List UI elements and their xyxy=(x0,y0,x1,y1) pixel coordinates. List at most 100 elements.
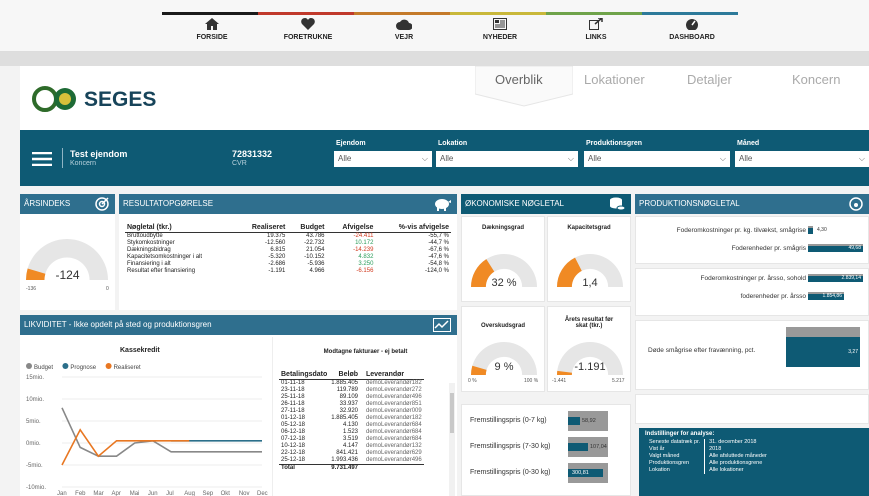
prod-group-2: Foderomkostninger pr. årsso, sohold 2.839… xyxy=(635,268,869,316)
produktionsgren-label: Produktionsgren xyxy=(586,140,643,147)
faktura-cell: 1.523 xyxy=(342,429,358,435)
heart-icon xyxy=(301,18,315,30)
tab-label: Overblik xyxy=(495,72,543,87)
chevron-down-icon: ⌵ xyxy=(858,154,865,163)
top-nav: FORSIDE FORETRUKNE VEJR NYHEDER LINKS DA… xyxy=(0,0,869,52)
kassekredit-chart: Budget Prognose Realiseret 15mio. 10mio. 5mio… xyxy=(26,363,268,496)
color-bar-3 xyxy=(354,12,450,15)
nav-foretrukne[interactable]: FORETRUKNE xyxy=(263,18,353,41)
col-header: Beløb xyxy=(329,371,360,380)
resultat-header-row: Nøgletal (tkr.) Realiseret Budget Afvige… xyxy=(125,224,451,233)
nav-label: NYHEDER xyxy=(482,34,518,41)
nav-vejr[interactable]: VEJR xyxy=(359,18,449,41)
tab-lokationer[interactable]: Lokationer xyxy=(584,72,645,87)
color-bar-5 xyxy=(546,12,642,15)
nav-nyheder[interactable]: NYHEDER xyxy=(455,18,545,41)
faktura-cell: demoLeverandør132 xyxy=(366,443,422,449)
faktura-row: 25-11-18 89.109 demoLeverandør496 xyxy=(279,394,424,401)
kapacitetsgrad-title: Kapacitetsgrad xyxy=(567,225,611,231)
produktionsgren-select[interactable]: Alle ⌵ xyxy=(584,151,730,167)
indstilling-row: Lokation Alle lokationer xyxy=(645,467,771,474)
tab-overblik[interactable]: Overblik xyxy=(475,66,573,107)
faktura-cell: 4.147 xyxy=(342,443,358,449)
x-tick-label: Jun xyxy=(148,491,158,496)
fakturaer-card: Modtagne fakturaer - ej betalt Betalings… xyxy=(272,337,457,496)
fakturaer-scrollbar[interactable] xyxy=(449,383,455,496)
daekningsgrad-title: Dækningsgrad xyxy=(481,225,524,231)
faktura-row: 01-12-18 1.885.405 demoLeverandør182 xyxy=(279,415,424,422)
aarsindeks-header: ÅRSINDEKS xyxy=(20,194,115,214)
logo-mark-icon xyxy=(32,86,76,112)
y-tick-label: -5mio. xyxy=(26,463,43,469)
nav-label: FORSIDE xyxy=(196,34,228,41)
kassekredit-title: Kassekredit xyxy=(120,347,160,354)
resultat-cell: Finansiering i alt xyxy=(127,261,171,267)
company-name: Test ejendom xyxy=(70,149,128,159)
scrollbar-thumb[interactable] xyxy=(450,393,454,433)
faktura-cell: demoLeverandør629 xyxy=(366,450,422,456)
daekningsgrad-card: Dækningsgrad 32 % xyxy=(461,216,545,302)
aarsresultat-max: 5.217 xyxy=(612,378,625,384)
faktura-cell: 841.421 xyxy=(336,450,358,456)
faktura-cell: 22-12-18 xyxy=(281,450,306,456)
produktion-title: PRODUKTIONSNØGLETAL xyxy=(639,199,740,208)
resultat-header: RESULTATOPGØRELSE xyxy=(119,194,457,214)
resultat-cell: -24.411 xyxy=(353,233,374,239)
divider xyxy=(62,148,63,168)
nav-dashboard[interactable]: DASHBOARD xyxy=(647,18,737,41)
lokation-value: Alle xyxy=(440,154,454,163)
faktura-cell: 01-11-18 xyxy=(281,380,305,386)
maaned-select[interactable]: Alle ⌵ xyxy=(735,151,869,167)
ejendom-select[interactable]: Alle ⌵ xyxy=(334,151,432,167)
okonomi-title: ØKONOMISKE NØGLETAL xyxy=(465,199,564,208)
resultat-cell: Bruttoudbytte xyxy=(127,233,163,239)
x-tick-label: Mar xyxy=(93,491,103,496)
lokation-select[interactable]: Alle ⌵ xyxy=(436,151,578,167)
prod-bar: 1.854,86 xyxy=(808,294,844,300)
resultat-cell: -5.320 xyxy=(268,254,286,260)
indstilling-cell: 31. december 2018 xyxy=(704,439,771,446)
faktura-cell: 32.920 xyxy=(339,408,358,414)
resultat-cell: 6.815 xyxy=(270,247,286,253)
resultat-cell: -47,6 % xyxy=(428,254,449,260)
nav-label: DASHBOARD xyxy=(669,34,715,41)
resultat-row: Bruttoudbytte 19.375 43.786 -24.411 -55,7 % xyxy=(125,233,451,241)
aarsindeks-max: 0 xyxy=(106,286,109,292)
faktura-cell: 1.885.405 xyxy=(331,415,358,421)
faktura-cell: 25-12-18 xyxy=(281,457,306,463)
hamburger-menu-icon[interactable] xyxy=(32,152,52,166)
resultat-cell: Resultat efter finansiering xyxy=(127,268,196,274)
resultat-cell: Dækningsbidrag xyxy=(127,247,171,253)
faktura-row: 26-11-18 33.937 demoLeverandør851 xyxy=(279,401,424,408)
indstilling-cell: Alle afsluttede måneder xyxy=(704,453,771,460)
faktura-row: 23-11-18 119.789 demoLeverandør272 xyxy=(279,387,424,394)
faktura-cell: 10-12-18 xyxy=(281,443,306,449)
resultat-row: Resultat efter finansiering -1.191 4.966 -6… xyxy=(125,268,451,275)
indstilling-row: Seneste datatræk pr. 31. december 2018 xyxy=(645,439,771,446)
aarsindeks-min: -136 xyxy=(26,286,37,292)
okonomi-header: ØKONOMISKE NØGLETAL xyxy=(461,194,631,214)
indstilling-cell: Seneste datatræk pr. xyxy=(649,439,701,445)
col-header: Realiseret xyxy=(235,224,288,233)
tab-detaljer[interactable]: Detaljer xyxy=(687,72,732,87)
indstilling-cell: Valgt måned xyxy=(649,453,680,459)
nav-label: VEJR xyxy=(394,34,414,41)
external-link-icon xyxy=(589,18,603,30)
produktionsgren-value: Alle xyxy=(588,154,602,163)
faktura-cell: demoLeverandør272 xyxy=(366,387,422,393)
y-tick-label: 15mio. xyxy=(26,375,44,381)
col-header: Afvigelse xyxy=(326,224,376,233)
tab-koncern[interactable]: Koncern xyxy=(792,72,840,87)
nav-links[interactable]: LINKS xyxy=(551,18,641,41)
color-bar-4 xyxy=(450,12,546,15)
prod-bar: 49,68 xyxy=(808,246,863,252)
resultat-row: Kapacitetsomkostninger i alt -5.320 -10.15… xyxy=(125,254,451,261)
seges-logo: SEGES xyxy=(32,86,162,112)
newspaper-icon xyxy=(493,18,507,30)
faktura-cell: demoLeverandør009 xyxy=(366,408,422,414)
col-header: Betalingsdato xyxy=(279,371,330,380)
line-chart-icon xyxy=(433,318,451,332)
cvr-number: 72831332 xyxy=(232,149,273,159)
nav-forside[interactable]: FORSIDE xyxy=(167,18,257,41)
faktura-cell: 07-12-18 xyxy=(281,436,306,442)
